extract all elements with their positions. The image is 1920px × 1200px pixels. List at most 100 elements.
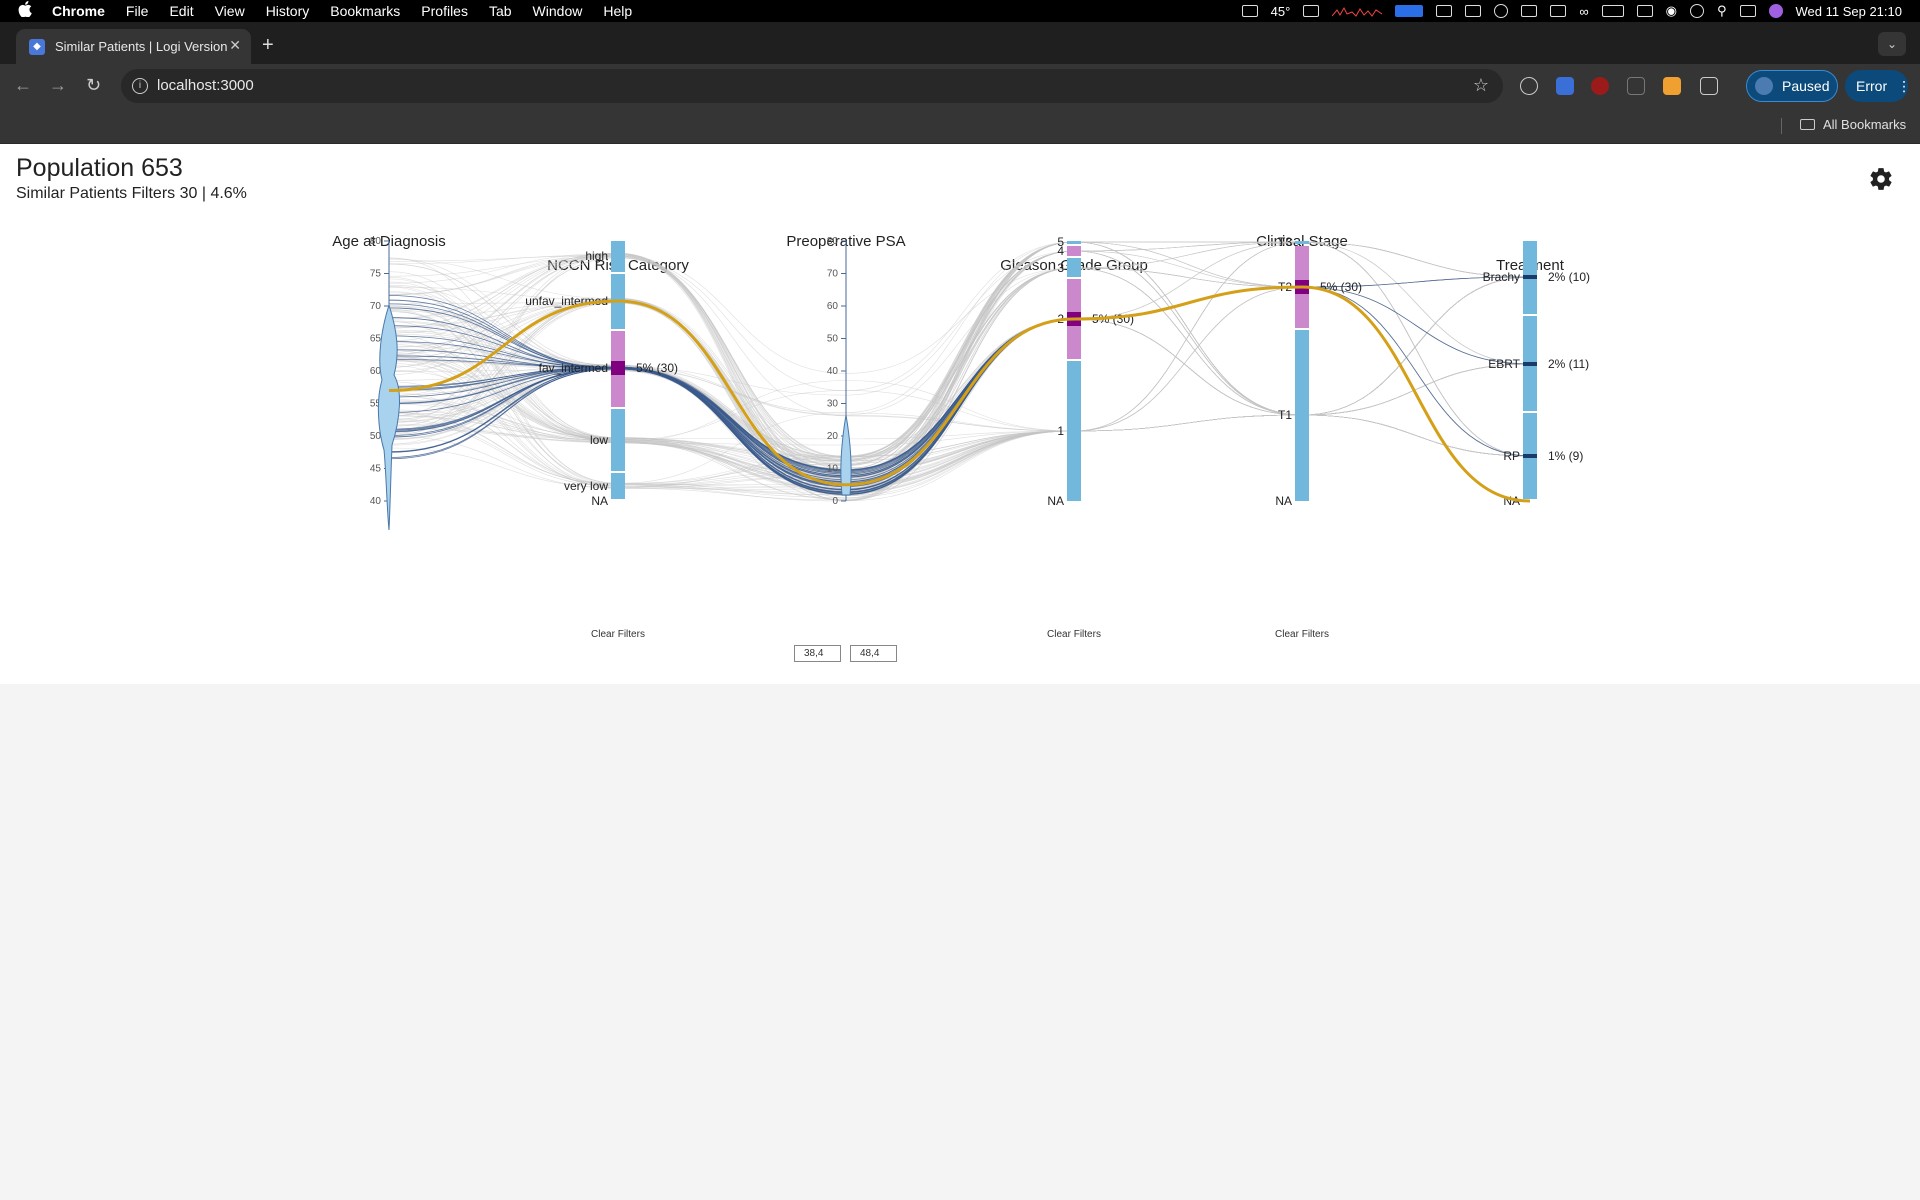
- treatment-count-label: 1% (9): [1548, 449, 1583, 463]
- menu-window[interactable]: Window: [533, 3, 583, 19]
- grid-app-icon[interactable]: [1436, 5, 1453, 17]
- menu-edit[interactable]: Edit: [169, 3, 193, 19]
- error-label: Error: [1856, 78, 1888, 94]
- gleason-category-label[interactable]: 3: [1057, 261, 1064, 275]
- translate-icon[interactable]: [1556, 77, 1574, 95]
- treatment-category-label[interactable]: EBRT: [1488, 357, 1520, 371]
- treatment-count-label: 2% (10): [1548, 270, 1590, 284]
- treatment-axis[interactable]: Brachy 2% (10)EBRT 2% (11)RP 1% (9)NA: [1483, 241, 1590, 508]
- puzzle-extensions-icon[interactable]: [1700, 77, 1718, 95]
- menu-history[interactable]: History: [266, 3, 310, 19]
- close-tab-icon[interactable]: ✕: [229, 37, 241, 54]
- macos-menubar: Chrome File Edit View History Bookmarks …: [0, 0, 1920, 22]
- clock-datetime[interactable]: Wed 11 Sep 21:10: [1796, 4, 1903, 19]
- all-bookmarks-button[interactable]: All Bookmarks: [1800, 117, 1906, 132]
- react-devtools-icon[interactable]: [1520, 77, 1538, 95]
- stage-axis[interactable]: T3T2T1NA5% (30): [1275, 235, 1362, 508]
- screen-mirroring-icon[interactable]: [1241, 5, 1258, 17]
- cube-app-icon[interactable]: [1550, 5, 1567, 17]
- age-tick-label: 75: [370, 269, 382, 280]
- gleason-bar-segment: [1067, 361, 1081, 501]
- treatment-category-label[interactable]: RP: [1503, 449, 1520, 463]
- stage-bar-segment: [1295, 330, 1309, 501]
- menu-app-name[interactable]: Chrome: [52, 3, 105, 19]
- ublock-icon[interactable]: [1591, 77, 1609, 95]
- psa-tick-label: 50: [827, 334, 839, 345]
- control-center-icon[interactable]: [1739, 5, 1756, 17]
- gleason-category-label[interactable]: 4: [1057, 244, 1064, 258]
- all-bookmarks-label: All Bookmarks: [1823, 117, 1907, 132]
- nccn-category-label[interactable]: NA: [591, 494, 608, 508]
- treatment-category-label[interactable]: Brachy: [1483, 270, 1520, 284]
- bluetooth-icon[interactable]: ∞: [1579, 4, 1588, 19]
- clear-filters-gleason[interactable]: Clear Filters: [1047, 629, 1101, 640]
- bookmark-star-icon[interactable]: ☆: [1473, 75, 1489, 96]
- nccn-category-label[interactable]: fav_intermed: [539, 361, 608, 375]
- age-tick-label: 40: [370, 496, 382, 507]
- menu-help[interactable]: Help: [603, 3, 632, 19]
- search-icon[interactable]: ⚲: [1717, 3, 1727, 19]
- back-arrow-icon[interactable]: ←: [14, 75, 32, 96]
- treatment-category-marker: [1523, 362, 1537, 366]
- menu-file[interactable]: File: [126, 3, 149, 19]
- psa-tick-label: 10: [827, 464, 839, 475]
- menu-view[interactable]: View: [215, 3, 245, 19]
- tab-search-chevron-icon[interactable]: ⌄: [1878, 32, 1906, 56]
- siri-icon[interactable]: [1768, 4, 1783, 18]
- gleason-axis[interactable]: 54321NA5% (30): [1047, 235, 1134, 508]
- cpu-monitor-icon[interactable]: [1303, 5, 1320, 17]
- battery-stats-icon[interactable]: [1465, 5, 1482, 17]
- site-info-icon[interactable]: i: [132, 78, 148, 94]
- stage-category-label[interactable]: T3: [1278, 235, 1292, 249]
- stage-category-label[interactable]: NA: [1275, 494, 1292, 508]
- nccn-axis[interactable]: highunfav_intermedfav_intermedlowvery lo…: [525, 241, 678, 508]
- psa-range-min-input[interactable]: 38,4: [794, 645, 841, 662]
- stage-category-label[interactable]: T1: [1278, 408, 1292, 422]
- clear-filters-nccn[interactable]: Clear Filters: [591, 629, 645, 640]
- psa-tick-label: 80: [827, 236, 839, 247]
- battery-icon[interactable]: [1601, 5, 1624, 17]
- address-bar[interactable]: i localhost:3000 ☆: [121, 69, 1503, 103]
- nccn-category-label[interactable]: high: [585, 249, 608, 263]
- age-tick-label: 65: [370, 334, 382, 345]
- new-tab-icon[interactable]: +: [262, 34, 274, 57]
- clear-filters-stage[interactable]: Clear Filters: [1275, 629, 1329, 640]
- timer-icon[interactable]: [1494, 4, 1509, 18]
- age-tick-label: 70: [370, 301, 382, 312]
- folder-icon: [1800, 119, 1815, 130]
- gleason-bar-segment: [1067, 241, 1081, 244]
- psa-tick-label: 20: [827, 431, 839, 442]
- psa-range-max-input[interactable]: 48,4: [850, 645, 897, 662]
- error-menu-button[interactable]: Error ⋮: [1845, 70, 1911, 102]
- parallel-coordinates-chart: Age at Diagnosis NCCN Risk Category Preo…: [332, 233, 1590, 640]
- nccn-bar-segment: [611, 409, 625, 471]
- highlighted-patient-line: [388, 285, 1531, 503]
- menu-bookmarks[interactable]: Bookmarks: [330, 3, 400, 19]
- mute-icon[interactable]: [1521, 5, 1538, 17]
- url-text[interactable]: localhost:3000: [157, 77, 254, 94]
- memory-monitor-icon[interactable]: [1395, 5, 1424, 17]
- gleason-category-label[interactable]: NA: [1047, 494, 1064, 508]
- age-violin-plot: [377, 303, 401, 531]
- extension-icon[interactable]: [1627, 77, 1645, 95]
- profile-paused-button[interactable]: Paused: [1746, 70, 1838, 102]
- bookmarks-divider: [1781, 118, 1782, 134]
- browser-tab-active[interactable]: ◆ Similar Patients | Logi Version ✕: [16, 29, 251, 64]
- user-icon[interactable]: [1689, 4, 1704, 18]
- gleason-category-label[interactable]: 1: [1057, 424, 1064, 438]
- wifi-icon[interactable]: ◉: [1666, 3, 1677, 19]
- nccn-category-label[interactable]: low: [590, 433, 608, 447]
- menu-tab[interactable]: Tab: [489, 3, 512, 19]
- network-graph-icon[interactable]: [1332, 4, 1383, 18]
- keyboard-icon[interactable]: [1636, 5, 1653, 17]
- menu-profiles[interactable]: Profiles: [421, 3, 468, 19]
- reload-icon[interactable]: ↻: [86, 75, 101, 96]
- extension-orange-icon[interactable]: [1663, 77, 1681, 95]
- browser-tabstrip: ◆ Similar Patients | Logi Version ✕ + ⌄: [0, 22, 1920, 64]
- nccn-selected-marker: [611, 361, 625, 375]
- apple-icon[interactable]: [18, 1, 36, 21]
- nccn-selection-label: 5% (30): [636, 361, 678, 375]
- paused-label: Paused: [1782, 78, 1830, 94]
- nccn-category-label[interactable]: very low: [564, 479, 608, 493]
- forward-arrow-icon[interactable]: →: [49, 75, 67, 96]
